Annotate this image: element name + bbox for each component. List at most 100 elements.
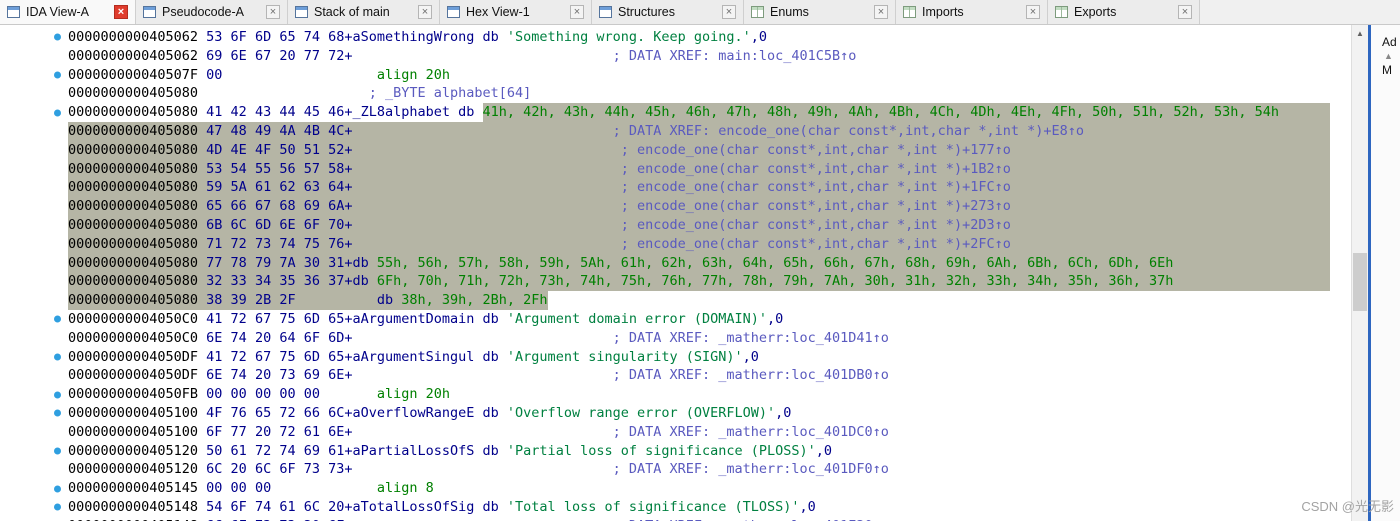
spacer (352, 197, 621, 216)
comment[interactable]: ; encode_one(char const*,int,char *,int … (620, 215, 1011, 235)
symbol-name[interactable]: aOverflowRangeE (352, 404, 474, 423)
string-literal: 'Total loss of significance (TLOSS)' (506, 498, 800, 515)
listing-row[interactable]: 0000000000405080 4D 4E 4F 50 51 52+ ; en… (0, 140, 1351, 160)
line-text: 0000000000405080 ; _BYTE alphabet[64] (68, 84, 1330, 103)
listing-row[interactable]: 0000000000405080 41 42 43 44 45 46+ _ZL8a… (0, 103, 1351, 122)
listing-row[interactable]: 0000000000405080 77 78 79 7A 30 31+ db 55… (0, 253, 1351, 273)
stack-frame-icon (295, 6, 308, 18)
byte-values: 00 00 00 (198, 480, 353, 497)
listing-row[interactable]: 0000000000405080 ; _BYTE alphabet[64] (0, 84, 1351, 103)
scrollbar-thumb[interactable] (1353, 253, 1367, 311)
listing-row[interactable]: 0000000000405145 00 00 00 align 8 (0, 479, 1351, 498)
listing-row[interactable]: 0000000000405120 6C 20 6C 6F 73 73+ ; DA… (0, 460, 1351, 479)
comment[interactable]: ; DATA XREF: _matherr:loc_401D41↑o (613, 329, 889, 348)
line-text: 0000000000405080 38 39 2B 2F db 38h, 39h… (68, 291, 1330, 310)
comment[interactable]: ; encode_one(char const*,int,char *,int … (620, 140, 1011, 160)
listing-row[interactable]: 00000000004050DF 41 72 67 75 6D 65+ aArgu… (0, 348, 1351, 367)
listing-row[interactable]: 0000000000405062 53 6F 6D 65 74 68+ aSome… (0, 28, 1351, 47)
line-text: 0000000000405100 6F 77 20 72 61 6E+ ; DA… (68, 423, 1330, 442)
address: 0000000000405080 (68, 104, 199, 121)
address: 0000000000405080 (68, 159, 199, 179)
comment[interactable]: ; DATA XREF: main:loc_401C5B↑o (613, 47, 857, 66)
byte-values: 32 33 34 35 36 37+ (198, 272, 353, 292)
line-gutter (0, 84, 68, 103)
tab-hex-view-1[interactable]: Hex View-1 × (440, 0, 592, 24)
byte-values: 41 72 67 75 6D 65+ (198, 348, 353, 365)
tab-close-icon[interactable]: × (1026, 5, 1040, 19)
listing-row[interactable]: 0000000000405148 6C 6F 73 73 20 6F+ ; DA… (0, 517, 1351, 521)
listing-row[interactable]: 0000000000405080 32 33 34 35 36 37+ db 6F… (0, 272, 1351, 292)
listing-row[interactable]: 00000000004050C0 41 72 67 75 6D 65+ aArgu… (0, 310, 1351, 329)
tab-enums[interactable]: Enums × (744, 0, 896, 24)
keyword: db (474, 404, 507, 421)
tab-close-icon[interactable]: × (418, 5, 432, 19)
tab-pseudocode-a[interactable]: Pseudocode-A × (136, 0, 288, 24)
listing-row[interactable]: 0000000000405080 53 54 55 56 57 58+ ; en… (0, 159, 1351, 179)
listing-row[interactable]: 0000000000405120 50 61 72 74 69 61+ aPart… (0, 442, 1351, 461)
symbol-name[interactable]: aPartialLossOfS (352, 442, 474, 461)
address: 0000000000405080 (68, 197, 199, 216)
line-gutter (0, 291, 68, 310)
tab-stack-of-main[interactable]: Stack of main × (288, 0, 440, 24)
item-dot (54, 447, 61, 455)
listing-row[interactable]: 00000000004050C0 6E 74 20 64 6F 6D+ ; DA… (0, 329, 1351, 348)
listing-row[interactable]: 0000000000405080 47 48 49 4A 4B 4C+ ; DA… (0, 121, 1351, 141)
tab-structures[interactable]: Structures × (592, 0, 744, 24)
tab-imports[interactable]: Imports × (896, 0, 1048, 24)
symbol-name[interactable]: _ZL8alphabet (352, 103, 450, 122)
comment[interactable]: ; encode_one(char const*,int,char *,int … (620, 178, 1011, 198)
keyword: db (474, 310, 507, 327)
address: 0000000000405148 (68, 517, 198, 521)
line-text: 0000000000405080 4D 4E 4F 50 51 52+ ; en… (68, 140, 1330, 160)
address: 0000000000405145 (68, 480, 199, 497)
selection-fill (1173, 253, 1330, 273)
tab-close-icon[interactable]: × (570, 5, 584, 19)
symbol-name[interactable]: aTotalLossOfSig (352, 498, 474, 517)
symbol-name[interactable]: aSomethingWrong (352, 28, 474, 47)
listing-row[interactable]: 00000000004050FB 00 00 00 00 00 align 20… (0, 385, 1351, 404)
tab-close-icon[interactable]: × (266, 5, 280, 19)
listing-row[interactable]: 0000000000405080 65 66 67 68 69 6A+ ; en… (0, 197, 1351, 216)
scroll-up-button[interactable]: ▲ (1352, 25, 1368, 42)
comment[interactable]: ; DATA XREF: _matherr:loc_401E20↑o (613, 517, 889, 521)
comment[interactable]: ; DATA XREF: _matherr:loc_401DB0↑o (613, 366, 889, 385)
byte-values: 54 6F 74 61 6C 20+ (198, 498, 353, 515)
tab-label: IDA View-A (26, 5, 89, 19)
tab-exports[interactable]: Exports × (1048, 0, 1200, 24)
line-text: 0000000000405080 53 54 55 56 57 58+ ; en… (68, 159, 1330, 179)
address: 0000000000405080 (68, 234, 199, 254)
vertical-scrollbar[interactable]: ▲ (1351, 25, 1368, 521)
tab-close-icon[interactable]: × (1178, 5, 1192, 19)
listing-row[interactable]: 00000000004050DF 6E 74 20 73 69 6E+ ; DA… (0, 366, 1351, 385)
comment[interactable]: ; DATA XREF: _matherr:loc_401DC0↑o (613, 423, 889, 442)
listing-row[interactable]: 0000000000405080 6B 6C 6D 6E 6F 70+ ; en… (0, 215, 1351, 235)
byte-values: 69 6E 67 20 77 72+ (198, 47, 353, 64)
listing-row[interactable]: 0000000000405080 59 5A 61 62 63 64+ ; en… (0, 178, 1351, 198)
symbol-name[interactable]: aArgumentDomain (352, 310, 474, 329)
spacer (352, 178, 621, 198)
tab-close-icon[interactable]: × (722, 5, 736, 19)
line-gutter (0, 66, 68, 85)
comment[interactable]: ; _BYTE alphabet[64] (369, 84, 532, 103)
comment[interactable]: ; encode_one(char const*,int,char *,int … (620, 159, 1011, 179)
symbol-name[interactable]: aArgumentSingul (352, 348, 474, 367)
line-gutter (0, 216, 68, 235)
listing-row[interactable]: 0000000000405080 38 39 2B 2F db 38h, 39h… (0, 291, 1351, 310)
listing-row[interactable]: 0000000000405100 6F 77 20 72 61 6E+ ; DA… (0, 423, 1351, 442)
listing-row[interactable]: 0000000000405062 69 6E 67 20 77 72+ ; DA… (0, 47, 1351, 66)
comment[interactable]: ; encode_one(char const*,int,char *,int … (620, 197, 1011, 216)
listing-row[interactable]: 0000000000405080 71 72 73 74 75 76+ ; en… (0, 234, 1351, 254)
item-dot (54, 315, 61, 323)
tab-close-icon[interactable]: × (114, 5, 128, 19)
comment[interactable]: ; DATA XREF: _matherr:loc_401DF0↑o (613, 460, 889, 479)
tab-close-icon[interactable]: × (874, 5, 888, 19)
comment[interactable]: ; DATA XREF: encode_one(char const*,int,… (612, 121, 1084, 141)
listing-row[interactable]: 000000000040507F 00 align 20h (0, 66, 1351, 85)
comment[interactable]: ; encode_one(char const*,int,char *,int … (620, 234, 1011, 254)
listing-row[interactable]: 0000000000405148 54 6F 74 61 6C 20+ aTota… (0, 498, 1351, 517)
listing-row[interactable]: 0000000000405100 4F 76 65 72 66 6C+ aOver… (0, 404, 1351, 423)
address: 00000000004050DF (68, 348, 199, 365)
tab-ida-view-a[interactable]: IDA View-A × (0, 0, 136, 24)
